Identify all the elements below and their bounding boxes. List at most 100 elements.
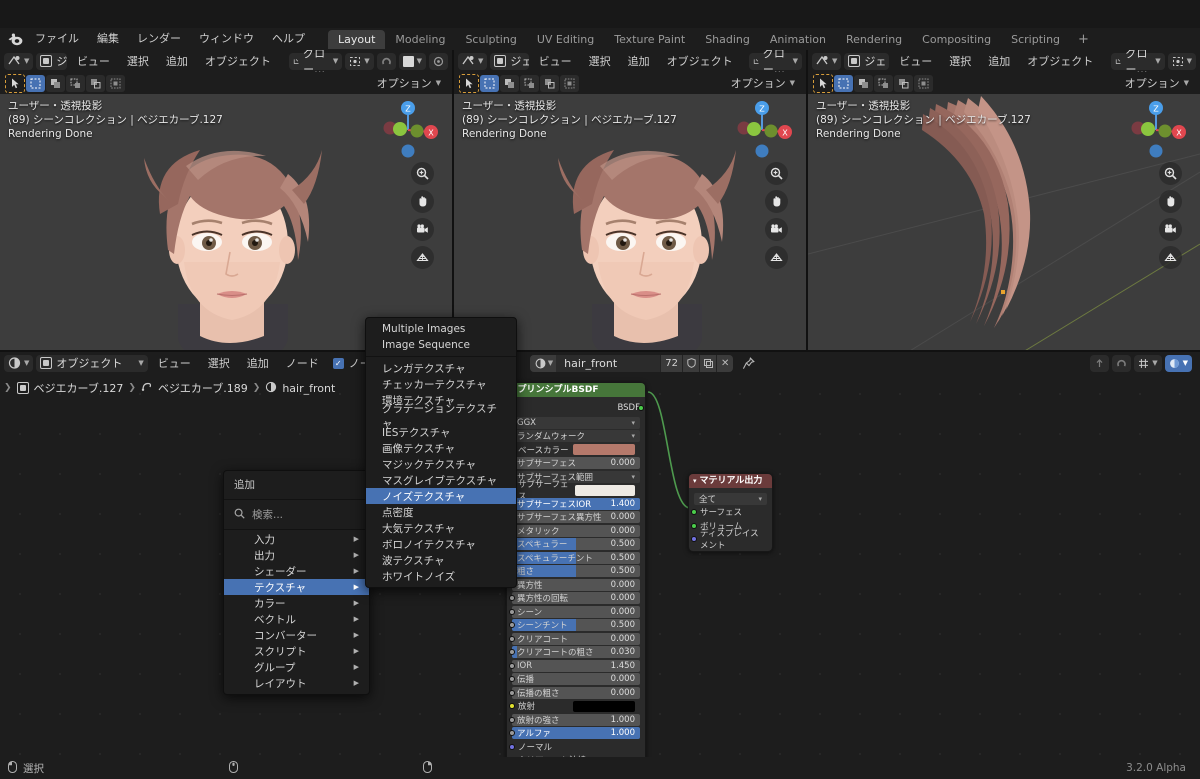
add-menu-item-input[interactable]: 入力 ▶: [224, 531, 369, 547]
zoom-icon[interactable]: [1159, 162, 1182, 185]
clearcoat-roughness-socket[interactable]: [508, 649, 515, 655]
sheen-row[interactable]: シーン 0.000: [508, 605, 640, 618]
node-principled-bsdf[interactable]: ▾ プリンシプルBSDF BSDF GGX▾ ランダムウォーク▾: [506, 382, 646, 757]
viewport-middle-options-button[interactable]: オプション ▼: [725, 75, 801, 92]
add-menu-item-converter[interactable]: コンバーター ▶: [224, 627, 369, 643]
submenu-item-noise-texture[interactable]: ノイズテクスチャ: [366, 488, 516, 504]
normal-socket[interactable]: [508, 743, 515, 750]
menu-help[interactable]: ヘルプ: [263, 30, 314, 48]
shader-editor[interactable]: ▼ オブジェクト ▼ ビュー 選択 追加 ノード ✓ ノードを使用 ▼ ha: [0, 352, 1200, 757]
viewport-left-menu-view[interactable]: ビュー: [70, 53, 117, 70]
subsurface-ior-row[interactable]: サブサーフェスIOR 1.400: [508, 497, 640, 510]
pan-hand-icon[interactable]: [411, 190, 434, 213]
node-material-output[interactable]: ▾ マテリアル出力 全て ▾ サーフェス ボリューム ディスプレイスメント: [688, 473, 773, 552]
base-color-swatch[interactable]: [573, 444, 635, 455]
alpha-socket[interactable]: [508, 730, 515, 736]
node-principled-bsdf-title[interactable]: ▾ プリンシプルBSDF: [507, 383, 645, 397]
viewport-left-menu-object[interactable]: オブジェクト: [198, 53, 278, 70]
add-menu-item-texture[interactable]: テクスチャ ▶: [224, 579, 369, 595]
tab-texture-paint[interactable]: Texture Paint: [604, 30, 695, 49]
tab-shading[interactable]: Shading: [695, 30, 760, 49]
viewport-middle-menu-object[interactable]: オブジェクト: [660, 53, 740, 70]
sheen-tint-socket[interactable]: [508, 622, 515, 628]
submenu-item-white-noise[interactable]: ホワイトノイズ: [366, 568, 516, 584]
anisotropic-rotation-socket[interactable]: [508, 595, 515, 601]
snap-target-selector[interactable]: ▼: [398, 52, 426, 70]
snap-parent-icon[interactable]: [1090, 354, 1110, 372]
menu-window[interactable]: ウィンドウ: [190, 30, 263, 48]
clearcoat-socket[interactable]: [508, 635, 515, 642]
add-menu-item-group[interactable]: グループ ▶: [224, 659, 369, 675]
specular-row[interactable]: スペキュラー 0.500: [508, 538, 640, 550]
submenu-item-wave-texture[interactable]: 波テクスチャ: [366, 552, 516, 568]
viewport-left-nav-gizmo[interactable]: Z X: [376, 98, 440, 162]
subsurface-color-row[interactable]: サブサーフェス: [508, 480, 640, 502]
emission-color-swatch[interactable]: [573, 700, 635, 712]
shader-menu-view[interactable]: ビュー: [151, 355, 198, 372]
select-extend-tool-icon[interactable]: [854, 74, 873, 92]
tweak-tool-icon[interactable]: [459, 73, 479, 93]
clearcoat-row[interactable]: クリアコート 0.000: [508, 632, 640, 645]
subsurface-anisotropy-row[interactable]: サブサーフェス異方性 0.000: [508, 511, 640, 523]
viewport-middle[interactable]: ▼ オブジェク… ▼ ビュー 選択 追加 オブジェクト グロー… ▼: [454, 50, 806, 352]
viewport-left[interactable]: ▼ オブジェク… ▼ ビュー 選択 追加 オブジェクト グロー… ▼ ▼: [0, 50, 452, 352]
surface-socket[interactable]: [690, 509, 697, 515]
node-material-output-title[interactable]: ▾ マテリアル出力: [689, 474, 772, 488]
viewport-middle-menu-view[interactable]: ビュー: [532, 53, 579, 70]
roughness-row[interactable]: 粗さ 0.500: [508, 565, 640, 577]
select-box-tool-icon[interactable]: [480, 74, 499, 92]
viewport-divider-1[interactable]: [452, 50, 454, 352]
clearcoat-roughness-row[interactable]: クリアコートの粗さ 0.030: [508, 646, 640, 658]
snap-magnet-icon[interactable]: ▼: [1134, 354, 1162, 372]
bsdf-output-socket[interactable]: [637, 404, 644, 411]
camera-view-icon[interactable]: [1159, 218, 1182, 241]
submenu-item-voronoi-texture[interactable]: ボロノイテクスチャ: [366, 536, 516, 552]
select-difference-tool-icon[interactable]: [894, 74, 913, 92]
proportional-edit-icon[interactable]: [1112, 354, 1132, 372]
tab-modeling[interactable]: Modeling: [385, 30, 455, 49]
submenu-item-point-density[interactable]: 点密度: [366, 504, 516, 520]
displacement-input-row[interactable]: ディスプレイスメント: [690, 529, 767, 551]
select-box-tool-icon[interactable]: [834, 74, 853, 92]
shield-icon[interactable]: [682, 354, 700, 372]
displacement-socket[interactable]: [690, 536, 697, 542]
viewport-left-options-button[interactable]: オプション ▼: [371, 75, 447, 92]
add-menu-search-row[interactable]: 検索...: [224, 501, 369, 528]
material-users-count[interactable]: 72: [660, 354, 683, 372]
pivot-point-selector[interactable]: ▼: [1167, 52, 1196, 70]
toggle-ortho-grid-icon[interactable]: [411, 246, 434, 269]
zoom-icon[interactable]: [765, 162, 788, 185]
submenu-item-image-sequence[interactable]: Image Sequence: [366, 337, 516, 353]
viewport-middle-menu-add[interactable]: 追加: [621, 53, 657, 70]
specular-tint-row[interactable]: スペキュラーチント 0.500: [508, 551, 640, 564]
emission-row[interactable]: 放射: [508, 700, 640, 712]
menu-file[interactable]: ファイル: [26, 30, 88, 48]
select-subtract-tool-icon[interactable]: [66, 74, 85, 92]
anisotropic-rotation-row[interactable]: 異方性の回転 0.000: [508, 592, 640, 604]
tab-layout[interactable]: Layout: [328, 29, 386, 49]
pan-hand-icon[interactable]: [765, 190, 788, 213]
tweak-tool-icon[interactable]: [5, 73, 25, 93]
select-intersect-tool-icon[interactable]: [560, 74, 579, 92]
material-selector[interactable]: ▼ hair_front 72 ✕: [529, 354, 734, 372]
breadcrumb-item-object[interactable]: ベジエカーブ.127: [34, 380, 124, 396]
checkbox-icon[interactable]: ✓: [332, 357, 344, 369]
shading-material-icon[interactable]: ▼: [1164, 354, 1192, 372]
viewport-left-menu-add[interactable]: 追加: [159, 53, 195, 70]
emission-strength-socket[interactable]: [508, 716, 515, 723]
proportional-edit-icon[interactable]: [429, 52, 448, 70]
editor-type-3dview-icon[interactable]: ▼: [812, 52, 842, 70]
subsurface-method-dropdown[interactable]: ランダムウォーク ▾: [512, 430, 640, 442]
material-name-input[interactable]: hair_front: [556, 357, 660, 370]
submenu-item-gradient-texture[interactable]: グラデーションテクスチャ: [366, 403, 516, 430]
select-box-tool-icon[interactable]: [26, 74, 45, 92]
select-subtract-tool-icon[interactable]: [520, 74, 539, 92]
breadcrumb-item-curve[interactable]: ベジエカーブ.189: [158, 380, 248, 396]
editor-type-3dview-icon[interactable]: ▼: [4, 52, 34, 70]
editor-type-shader-icon[interactable]: ▼: [4, 354, 34, 372]
camera-view-icon[interactable]: [411, 218, 434, 241]
base-color-row[interactable]: ベースカラー: [508, 444, 640, 456]
viewport-right-mode-selector[interactable]: オブジェク… ▼: [844, 52, 890, 70]
emission-strength-row[interactable]: 放射の強さ 1.000: [508, 713, 640, 726]
tab-rendering[interactable]: Rendering: [836, 30, 912, 49]
